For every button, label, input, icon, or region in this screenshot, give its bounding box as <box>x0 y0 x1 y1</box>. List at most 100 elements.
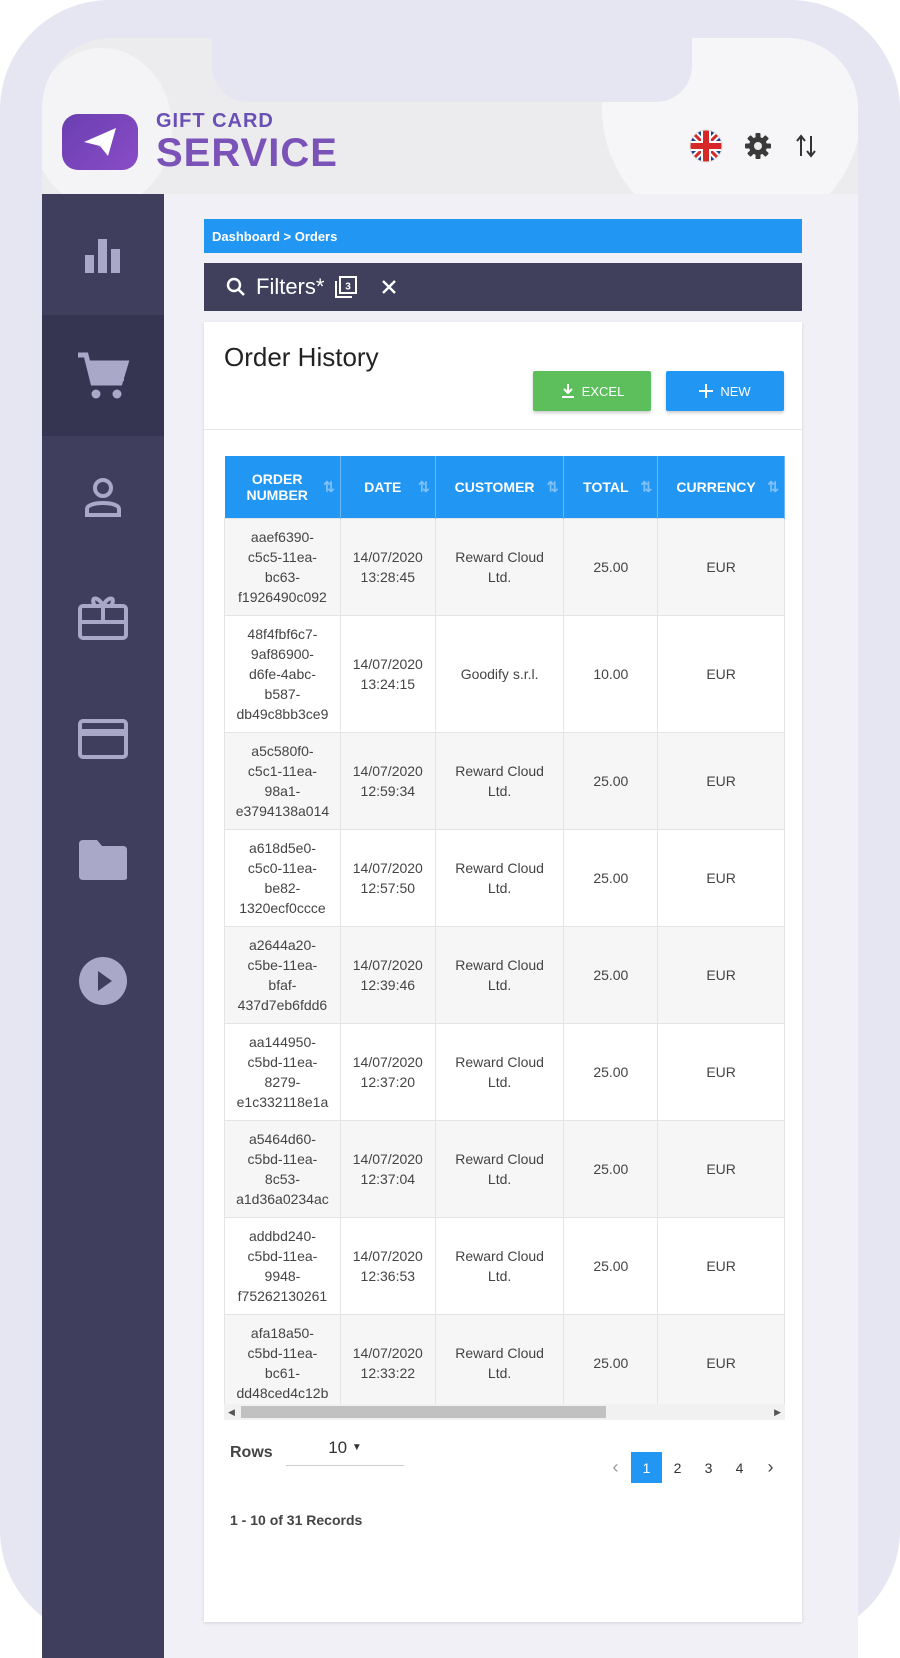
sidebar <box>42 194 164 1658</box>
order-number-cell: 48f4fbf6c7- 9af86900- d6fe-4abc-b587- db49c… <box>224 614 341 733</box>
date-cell: 14/07/2020 13:24:15 <box>339 614 436 733</box>
page-button-1[interactable]: 1 <box>631 1452 662 1483</box>
table-row[interactable]: a5c580f0- c5c1-11ea- 98a1- e3794138a014 14/0… <box>224 731 785 830</box>
svg-text:3: 3 <box>346 282 352 293</box>
app-screen: GIFT CARD SERVICE Dashboard > Orders Fil… <box>42 38 858 1658</box>
sidebar-item-orders[interactable] <box>42 315 164 436</box>
date-cell: 14/07/2020 12:39:46 <box>339 925 436 1024</box>
currency-cell: EUR <box>657 925 785 1024</box>
total-cell: 25.00 <box>563 517 659 616</box>
scrollbar-thumb[interactable] <box>241 1406 606 1418</box>
filter-count-icon: 3 <box>335 276 358 298</box>
sidebar-item-files[interactable] <box>42 799 164 920</box>
page-button-2[interactable]: 2 <box>662 1452 693 1483</box>
column-header-label: TOTAL <box>583 478 629 495</box>
column-header-label: CURRENCY <box>676 478 756 495</box>
sidebar-item-users[interactable] <box>42 436 164 557</box>
customer-cell: Reward Cloud Ltd. <box>434 828 565 927</box>
currency-cell: EUR <box>657 1119 785 1218</box>
table-row[interactable]: a618d5e0- c5c0-11ea-be82- 1320ecf0ccce 14/0… <box>224 828 785 927</box>
gear-icon[interactable] <box>740 128 776 164</box>
customer-cell: Reward Cloud Ltd. <box>434 1119 565 1218</box>
logo-icon <box>62 114 138 170</box>
excel-export-button[interactable]: EXCEL <box>533 371 651 411</box>
table-row[interactable]: a5464d60- c5bd-11ea- 8c53- a1d36a0234ac 14/0… <box>224 1119 785 1218</box>
table-row[interactable]: addbd240- c5bd-11ea- 9948- f75262130261 14/0… <box>224 1216 785 1315</box>
column-header-currency[interactable]: CURRENCY ⇅ <box>657 456 785 518</box>
rows-per-page-select[interactable]: 10 ▼ <box>286 1432 404 1466</box>
records-count: 1 - 10 of 31 Records <box>230 1512 363 1528</box>
close-icon <box>382 280 397 294</box>
currency-cell: EUR <box>657 517 785 616</box>
new-button-label: NEW <box>720 383 751 399</box>
sort-arrows-icon[interactable] <box>788 128 824 164</box>
order-number-cell: afa18a50- c5bd-11ea-bc61- dd48ced4c12b <box>224 1313 341 1412</box>
total-cell: 25.00 <box>563 828 659 927</box>
next-page-button[interactable]: › <box>755 1452 786 1483</box>
filters-label[interactable]: Filters* <box>256 274 324 300</box>
date-cell: 14/07/2020 12:59:34 <box>339 731 436 830</box>
divider <box>204 429 802 430</box>
pagination: ‹ 1 2 3 4 › <box>600 1452 786 1483</box>
customer-cell: Reward Cloud Ltd. <box>434 1313 565 1412</box>
date-cell: 14/07/2020 12:33:22 <box>339 1313 436 1412</box>
cart-icon <box>78 352 130 398</box>
phone-notch <box>212 38 692 102</box>
table-row[interactable]: 48f4fbf6c7- 9af86900- d6fe-4abc-b587- db49c… <box>224 614 785 733</box>
order-number-cell: aa144950- c5bd-11ea- 8279- e1c332118e1a <box>224 1022 341 1121</box>
column-header-order-number[interactable]: ORDER NUMBER ⇅ <box>224 456 341 518</box>
currency-cell: EUR <box>657 731 785 830</box>
bar-chart-icon <box>85 238 120 273</box>
order-number-cell: aaef6390- c5c5-11ea-bc63- f1926490c092 <box>224 517 341 616</box>
folder-icon <box>79 839 127 880</box>
breadcrumb[interactable]: Dashboard > Orders <box>204 219 802 253</box>
excel-button-label: EXCEL <box>581 383 625 399</box>
table-row[interactable]: a2644a20- c5be-11ea-bfaf- 437d7eb6fdd6 14/0… <box>224 925 785 1024</box>
customer-cell: Reward Cloud Ltd. <box>434 1022 565 1121</box>
customer-cell: Reward Cloud Ltd. <box>434 731 565 830</box>
table-row[interactable]: afa18a50- c5bd-11ea-bc61- dd48ced4c12b 14/0… <box>224 1313 785 1412</box>
currency-cell: EUR <box>657 1022 785 1121</box>
sidebar-item-media[interactable] <box>42 920 164 1041</box>
play-icon <box>79 956 127 1005</box>
search-icon <box>226 277 245 296</box>
sidebar-item-payments[interactable] <box>42 678 164 799</box>
sort-icon: ⇅ <box>418 478 430 495</box>
date-cell: 14/07/2020 12:37:04 <box>339 1119 436 1218</box>
total-cell: 25.00 <box>563 1313 659 1412</box>
table-row[interactable]: aaef6390- c5c5-11ea-bc63- f1926490c092 14/0… <box>224 517 785 616</box>
order-history-card: Order History EXCEL NEW ORDER NUMBER ⇅ D… <box>204 322 802 1622</box>
new-order-button[interactable]: NEW <box>666 371 784 411</box>
column-header-total[interactable]: TOTAL ⇅ <box>563 456 659 518</box>
total-cell: 10.00 <box>563 614 659 733</box>
order-number-cell: a5c580f0- c5c1-11ea- 98a1- e3794138a014 <box>224 731 341 830</box>
page-button-3[interactable]: 3 <box>693 1452 724 1483</box>
date-cell: 14/07/2020 12:37:20 <box>339 1022 436 1121</box>
column-header-date[interactable]: DATE ⇅ <box>340 456 436 518</box>
gift-card-icon <box>78 596 128 640</box>
uk-flag-icon[interactable] <box>688 128 724 164</box>
order-number-cell: a2644a20- c5be-11ea-bfaf- 437d7eb6fdd6 <box>224 925 341 1024</box>
sidebar-item-dashboard[interactable] <box>42 194 164 315</box>
total-cell: 25.00 <box>563 925 659 1024</box>
page-button-4[interactable]: 4 <box>724 1452 755 1483</box>
caret-down-icon: ▼ <box>351 1442 362 1453</box>
sort-icon: ⇅ <box>546 478 559 495</box>
date-cell: 14/07/2020 12:36:53 <box>339 1216 436 1315</box>
scroll-left-icon: ◀ <box>228 1407 235 1417</box>
filter-bar[interactable]: Filters* 3 <box>204 263 802 311</box>
sort-icon: ⇅ <box>323 478 335 495</box>
column-header-label: ORDER NUMBER <box>246 470 308 503</box>
sidebar-item-gift-cards[interactable] <box>42 557 164 678</box>
column-header-label: CUSTOMER <box>454 478 535 495</box>
horizontal-scrollbar[interactable]: ◀ ▶ <box>224 1404 785 1420</box>
order-number-cell: a618d5e0- c5c0-11ea-be82- 1320ecf0ccce <box>224 828 341 927</box>
table-row[interactable]: aa144950- c5bd-11ea- 8279- e1c332118e1a 14/0… <box>224 1022 785 1121</box>
brand-line-2: SERVICE <box>156 131 338 175</box>
column-header-customer[interactable]: CUSTOMER ⇅ <box>435 456 565 518</box>
user-icon <box>85 477 121 517</box>
currency-cell: EUR <box>657 1216 785 1315</box>
total-cell: 25.00 <box>563 1216 659 1315</box>
prev-page-button[interactable]: ‹ <box>600 1452 631 1483</box>
customer-cell: Reward Cloud Ltd. <box>434 1216 565 1315</box>
